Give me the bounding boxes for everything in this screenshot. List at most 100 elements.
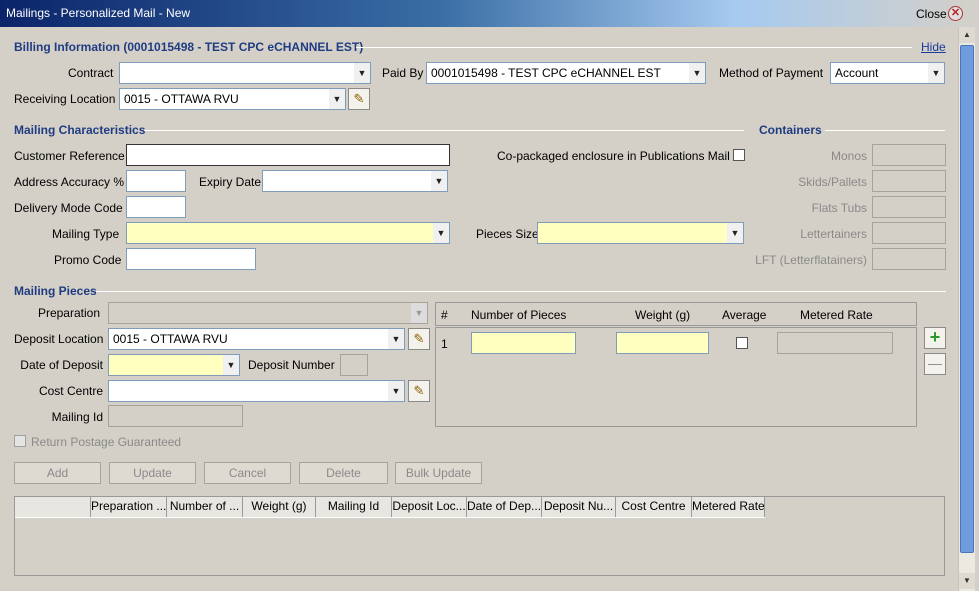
col-header-weight[interactable]: Weight (g) [243, 497, 316, 517]
preparation-label: Preparation [37, 306, 100, 320]
deposit-location-label: Deposit Location [14, 332, 104, 346]
billing-heading: Billing Information (0001015498 - TEST C… [14, 40, 364, 54]
grid-header-index: # [441, 308, 448, 322]
delivery-mode-label: Delivery Mode Code [14, 201, 123, 215]
containers-heading: Containers [759, 123, 822, 137]
vertical-scrollbar[interactable]: ▲ ▼ [958, 27, 975, 591]
contract-dropdown-button[interactable]: ▼ [354, 62, 371, 84]
col-header-preparation[interactable]: Preparation ... [91, 497, 167, 517]
method-of-payment-label: Method of Payment [719, 66, 824, 80]
customer-reference-label: Customer Reference [14, 149, 125, 163]
title-bar: Mailings - Personalized Mail - New Close… [0, 0, 979, 27]
date-of-deposit-dropdown-button[interactable]: ▼ [223, 354, 240, 376]
cost-centre-select[interactable] [108, 380, 389, 402]
cost-centre-edit-icon[interactable]: ✎ [408, 380, 430, 402]
grid-header-average: Average [722, 308, 767, 322]
number-of-pieces-input[interactable] [471, 332, 576, 354]
bulk-update-button[interactable]: Bulk Update [395, 462, 482, 484]
weight-input[interactable] [616, 332, 709, 354]
results-table: Preparation ... Number of ... Weight (g)… [14, 496, 945, 576]
col-header-deposit-location[interactable]: Deposit Loc... [392, 497, 467, 517]
grid-header-number-of-pieces: Number of Pieces [471, 308, 567, 322]
characteristics-divider [144, 130, 744, 131]
pieces-size-dropdown-button[interactable]: ▼ [727, 222, 744, 244]
col-header-select[interactable] [15, 497, 91, 517]
mailing-type-select[interactable] [126, 222, 434, 244]
return-postage-label: Return Postage Guaranteed [31, 435, 182, 449]
hide-link[interactable]: Hide [921, 40, 946, 54]
skids-input [872, 170, 946, 192]
receiving-location-select[interactable]: 0015 - OTTAWA RVU [119, 88, 330, 110]
grid-row-index: 1 [441, 337, 448, 351]
close-icon[interactable]: ✕ [948, 6, 963, 21]
col-header-number-of-pieces[interactable]: Number of ... [167, 497, 243, 517]
cancel-button[interactable]: Cancel [204, 462, 291, 484]
expiry-date-dropdown-button[interactable]: ▼ [431, 170, 448, 192]
receiving-location-dropdown-button[interactable]: ▼ [329, 88, 346, 110]
scroll-thumb[interactable] [960, 45, 974, 553]
delivery-mode-input[interactable] [126, 196, 186, 218]
mailing-id-label: Mailing Id [51, 410, 103, 424]
promo-code-label: Promo Code [54, 253, 122, 267]
deposit-number-input [340, 354, 368, 376]
cost-centre-dropdown-button[interactable]: ▼ [388, 380, 405, 402]
receiving-location-edit-icon[interactable]: ✎ [348, 88, 370, 110]
add-row-icon[interactable]: + [924, 327, 946, 349]
contract-select[interactable] [119, 62, 355, 84]
update-button[interactable]: Update [109, 462, 196, 484]
grid-header-metered-rate: Metered Rate [800, 308, 873, 322]
method-of-payment-select[interactable]: Account [830, 62, 929, 84]
mailing-pieces-heading: Mailing Pieces [14, 284, 97, 298]
lettertainers-label: Lettertainers [800, 227, 867, 241]
monos-input [872, 144, 946, 166]
deposit-location-select[interactable]: 0015 - OTTAWA RVU [108, 328, 389, 350]
lft-label: LFT (Letterflatainers) [755, 253, 867, 267]
containers-divider [825, 130, 945, 131]
paid-by-dropdown-button[interactable]: ▼ [689, 62, 706, 84]
billing-divider [356, 47, 912, 48]
close-label[interactable]: Close [916, 7, 947, 21]
copackaged-checkbox[interactable] [733, 149, 745, 161]
paid-by-label: Paid By [382, 66, 424, 80]
mailing-pieces-divider [96, 291, 946, 292]
expiry-date-input[interactable] [262, 170, 432, 192]
average-checkbox[interactable] [736, 337, 748, 349]
copackaged-label: Co-packaged enclosure in Publications Ma… [497, 149, 730, 163]
cost-centre-label: Cost Centre [38, 384, 103, 398]
deposit-location-edit-icon[interactable]: ✎ [408, 328, 430, 350]
scroll-up-icon[interactable]: ▲ [959, 27, 975, 43]
promo-code-input[interactable] [126, 248, 256, 270]
lft-input [872, 248, 946, 270]
remove-row-icon[interactable]: — [924, 353, 946, 375]
method-of-payment-dropdown-button[interactable]: ▼ [928, 62, 945, 84]
col-header-metered-rate[interactable]: Metered Rate [692, 497, 765, 517]
mailing-type-dropdown-button[interactable]: ▼ [433, 222, 450, 244]
col-header-mailing-id[interactable]: Mailing Id [316, 497, 392, 517]
col-header-cost-centre[interactable]: Cost Centre [616, 497, 692, 517]
characteristics-heading: Mailing Characteristics [14, 123, 146, 137]
paid-by-select[interactable]: 0001015498 - TEST CPC eCHANNEL EST [426, 62, 690, 84]
pieces-size-label: Pieces Size [476, 227, 539, 241]
pieces-size-select[interactable] [537, 222, 728, 244]
pieces-grid-body: 1 [435, 327, 917, 427]
scroll-down-icon[interactable]: ▼ [959, 573, 975, 589]
flats-tubs-input [872, 196, 946, 218]
mailing-type-label: Mailing Type [52, 227, 120, 241]
mailing-id-input [108, 405, 243, 427]
return-postage-checkbox [14, 435, 26, 447]
date-of-deposit-input[interactable] [108, 354, 224, 376]
customer-reference-input[interactable] [126, 144, 450, 166]
add-button[interactable]: Add [14, 462, 101, 484]
col-header-date-of-deposit[interactable]: Date of Dep... [467, 497, 542, 517]
deposit-number-label: Deposit Number [248, 358, 335, 372]
address-accuracy-label: Address Accuracy % [14, 175, 125, 189]
address-accuracy-input[interactable] [126, 170, 186, 192]
deposit-location-dropdown-button[interactable]: ▼ [388, 328, 405, 350]
contract-label: Contract [68, 66, 114, 80]
preparation-select [108, 302, 412, 324]
receiving-location-label: Receiving Location [14, 92, 116, 106]
form-panel: Billing Information (0001015498 - TEST C… [0, 27, 979, 591]
delete-button[interactable]: Delete [299, 462, 388, 484]
col-header-deposit-number[interactable]: Deposit Nu... [542, 497, 616, 517]
grid-header-weight: Weight (g) [635, 308, 691, 322]
